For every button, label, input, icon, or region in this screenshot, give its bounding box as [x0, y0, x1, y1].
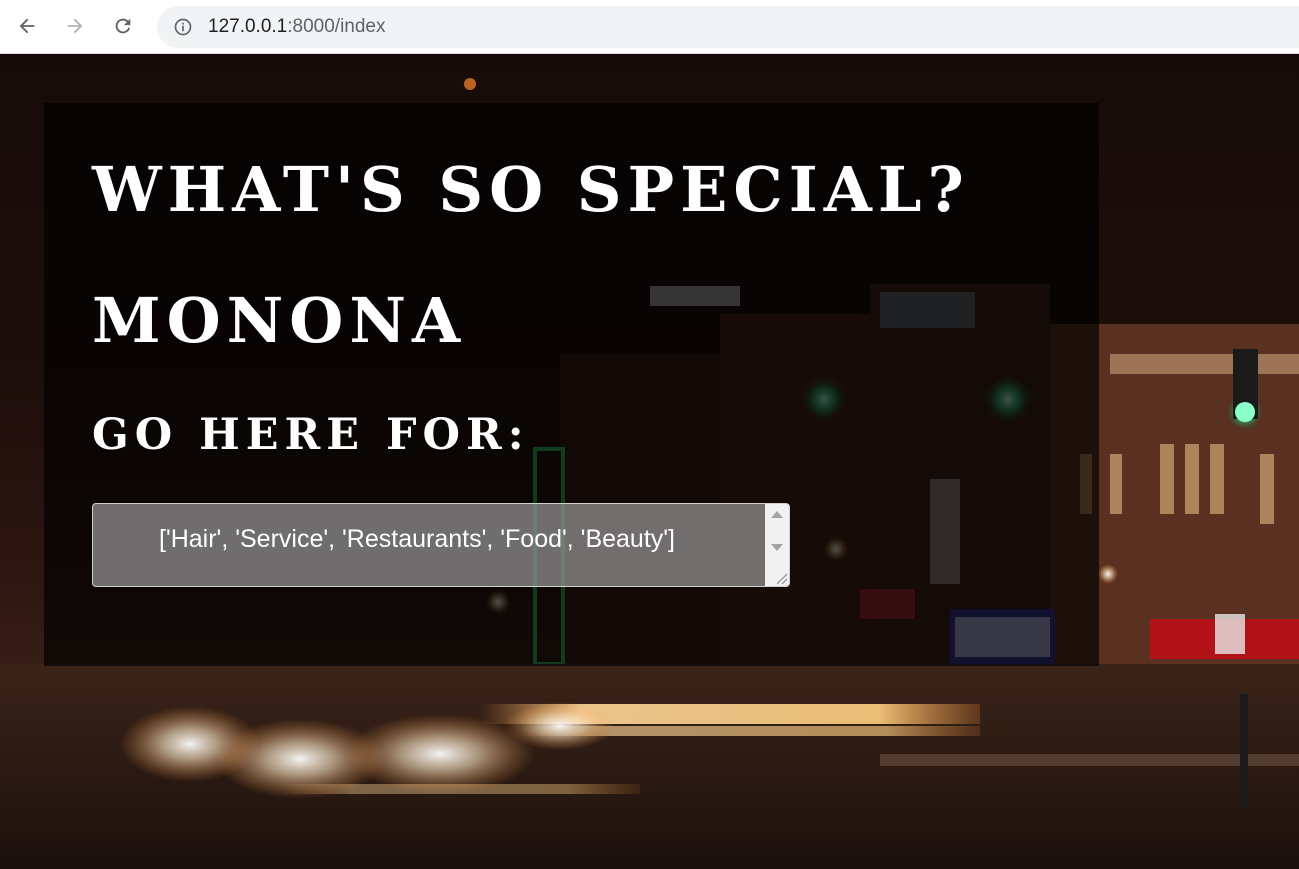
- scroll-down-icon[interactable]: [771, 544, 783, 551]
- place-name: MONONA: [92, 284, 467, 357]
- address-bar[interactable]: 127.0.0.1:8000/index: [157, 6, 1299, 48]
- back-arrow-icon: [19, 18, 35, 34]
- page-viewport: WHAT'S SO SPECIAL? MONONA GO HERE FOR: […: [0, 54, 1299, 869]
- section-subheading: GO HERE FOR:: [92, 410, 530, 460]
- content-overlay: WHAT'S SO SPECIAL? MONONA GO HERE FOR: […: [44, 103, 1099, 666]
- reload-icon: [115, 18, 131, 34]
- info-icon[interactable]: [173, 17, 193, 37]
- forward-arrow-icon: [67, 18, 83, 34]
- categories-text: ['Hair', 'Service', 'Restaurants', 'Food…: [159, 525, 675, 553]
- categories-textarea[interactable]: ['Hair', 'Service', 'Restaurants', 'Food…: [92, 503, 790, 587]
- reload-button[interactable]: [107, 10, 139, 42]
- forward-button[interactable]: [59, 10, 91, 42]
- resize-grip-icon[interactable]: [774, 571, 788, 585]
- browser-toolbar: 127.0.0.1:8000/index: [0, 0, 1299, 54]
- page-title: WHAT'S SO SPECIAL?: [92, 153, 970, 226]
- back-button[interactable]: [11, 10, 43, 42]
- url-text[interactable]: 127.0.0.1:8000/index: [208, 17, 386, 37]
- scroll-up-icon[interactable]: [771, 511, 783, 518]
- url-path: :8000/index: [287, 16, 386, 37]
- url-host: 127.0.0.1: [208, 16, 288, 37]
